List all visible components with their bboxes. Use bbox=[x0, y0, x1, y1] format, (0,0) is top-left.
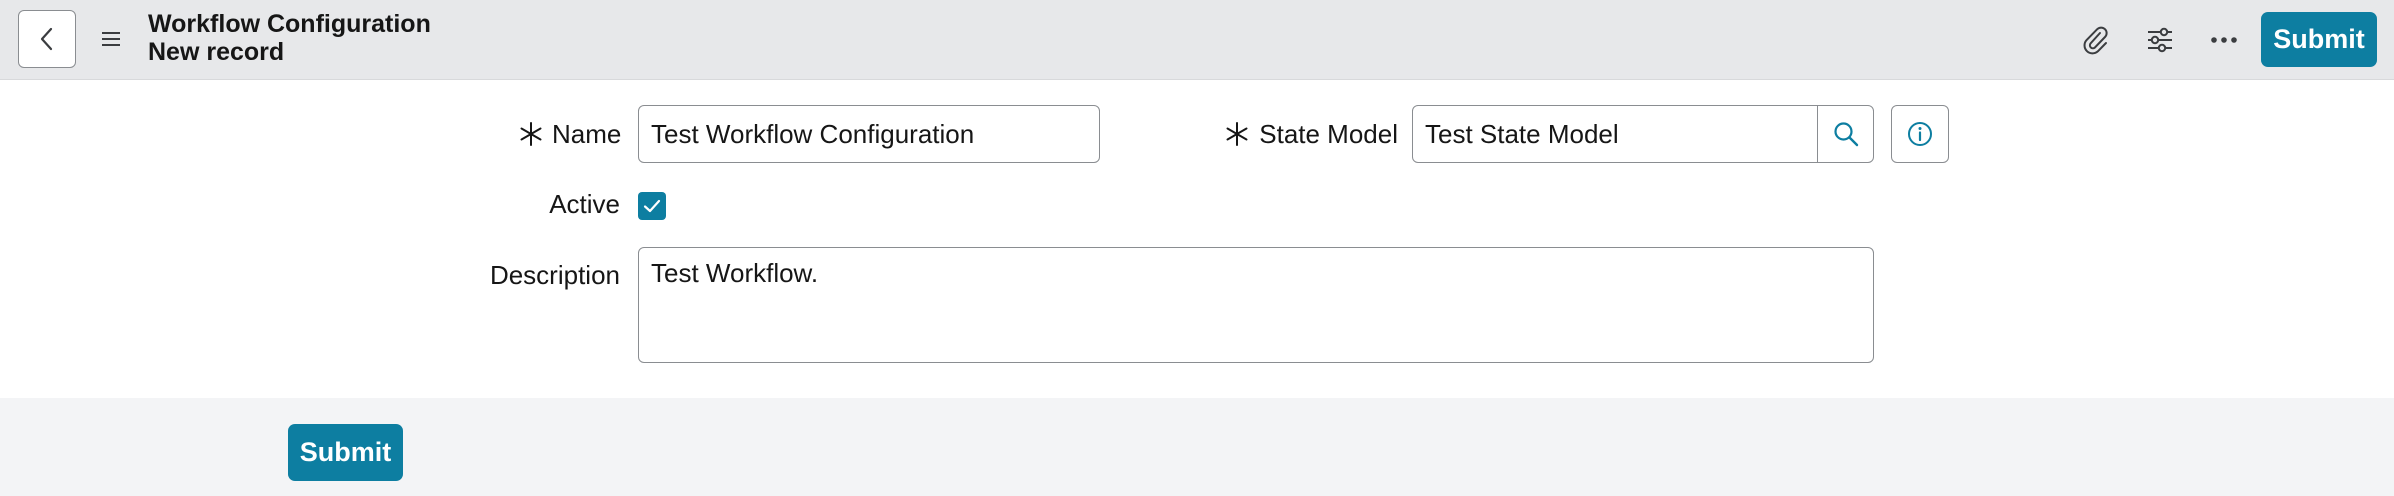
description-textarea[interactable]: Test Workflow. bbox=[638, 247, 1874, 363]
description-label: Description bbox=[489, 260, 620, 290]
submit-button-footer[interactable]: Submit bbox=[288, 424, 403, 481]
form-header: Workflow Configuration New record Submit bbox=[0, 0, 2394, 80]
required-asterisk-icon bbox=[520, 122, 542, 146]
more-horizontal-icon bbox=[2211, 37, 2237, 43]
state-model-label: State Model bbox=[1259, 119, 1398, 149]
page-title: Workflow Configuration New record bbox=[148, 10, 431, 66]
back-button[interactable] bbox=[18, 10, 76, 68]
personalize-form-button[interactable] bbox=[2140, 20, 2180, 60]
more-options-button[interactable] bbox=[2204, 20, 2244, 60]
hamburger-menu-icon[interactable] bbox=[98, 24, 124, 54]
sliders-icon bbox=[2148, 27, 2172, 53]
state-model-field bbox=[1412, 105, 1874, 163]
name-label: Name bbox=[552, 119, 622, 149]
search-icon bbox=[1833, 122, 1858, 147]
checkmark-icon bbox=[643, 199, 661, 213]
active-checkbox[interactable] bbox=[638, 192, 666, 220]
required-asterisk-icon bbox=[1226, 122, 1248, 146]
attachment-button[interactable] bbox=[2075, 20, 2115, 60]
state-model-info-button[interactable] bbox=[1891, 105, 1949, 163]
state-model-lookup-button[interactable] bbox=[1817, 106, 1873, 162]
record-table-title: Workflow Configuration bbox=[148, 10, 431, 38]
submit-button-header[interactable]: Submit bbox=[2261, 12, 2377, 67]
name-input[interactable] bbox=[638, 105, 1100, 163]
chevron-left-icon bbox=[40, 27, 53, 51]
active-label: Active bbox=[549, 189, 620, 219]
record-subtitle: New record bbox=[148, 38, 285, 66]
paperclip-icon bbox=[2083, 26, 2108, 55]
state-model-input[interactable] bbox=[1413, 106, 1817, 162]
info-icon bbox=[1908, 122, 1932, 146]
